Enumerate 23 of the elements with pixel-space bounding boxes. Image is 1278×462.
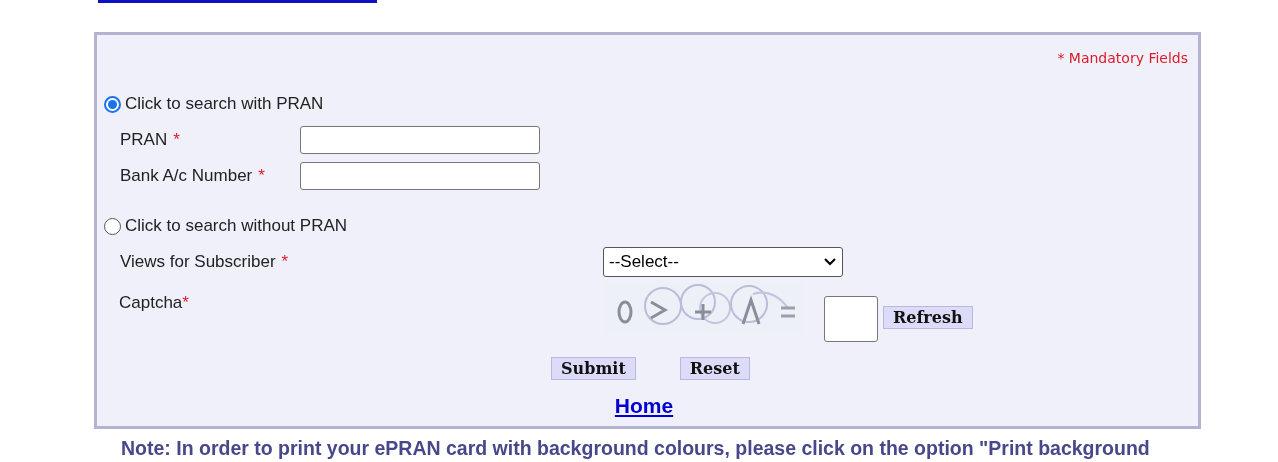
home-link[interactable]: Home <box>90 394 1198 418</box>
radio-label: Click to search with PRAN <box>125 94 324 114</box>
chevron-down-icon <box>824 258 836 266</box>
required-mark: * <box>173 130 180 149</box>
field-label: PRAN <box>120 130 168 149</box>
note-text: Note: In order to print your ePRAN card with background colours, please click on the option "Print background <box>121 437 1151 460</box>
refresh-button[interactable]: Refresh <box>883 306 973 329</box>
captcha-field[interactable] <box>824 296 878 342</box>
field-label: Captcha <box>119 293 183 312</box>
radio-label: Click to search without PRAN <box>125 216 348 236</box>
form-button[interactable]: Submit <box>551 357 636 380</box>
required-mark: * <box>281 252 289 271</box>
radio-button[interactable] <box>104 217 121 235</box>
required-mark: * <box>182 293 189 312</box>
required-mark: * <box>258 166 265 185</box>
select-dropdown[interactable]: --Select-- <box>603 247 843 277</box>
form-button[interactable]: Reset <box>679 357 750 380</box>
text-field[interactable] <box>300 162 540 190</box>
text-field[interactable] <box>300 126 540 154</box>
field-label: Bank A/c Number <box>120 166 253 185</box>
radio-button[interactable] <box>104 95 121 113</box>
field-label: Views for Subscriber <box>120 252 276 271</box>
mandatory-note: * Mandatory Fields <box>1057 50 1188 66</box>
